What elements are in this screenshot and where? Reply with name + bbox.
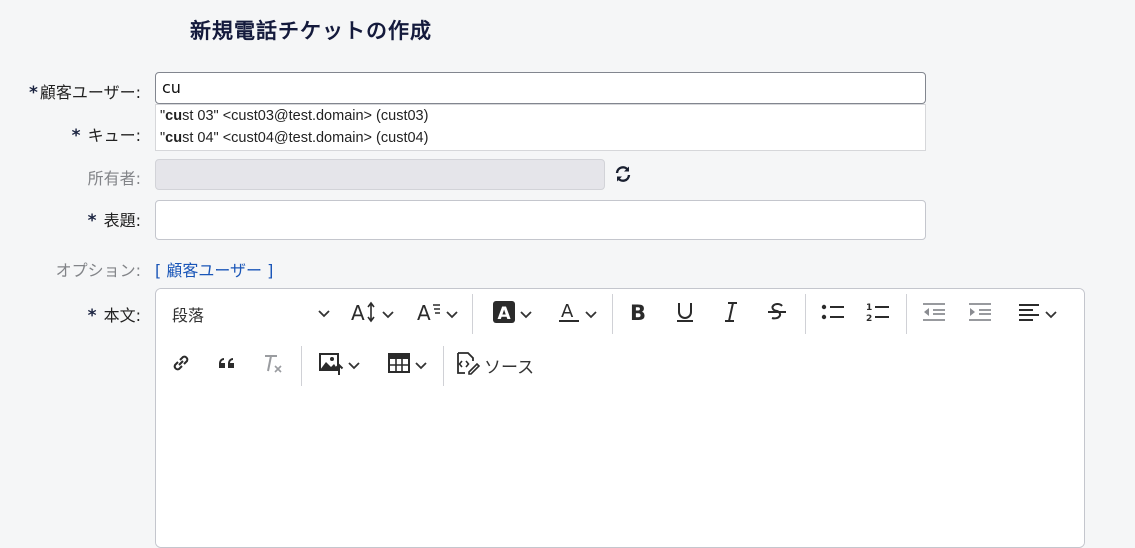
remove-format-button[interactable]: [256, 348, 290, 382]
bold-button[interactable]: B: [622, 297, 656, 331]
refresh-icon[interactable]: [612, 163, 634, 185]
rich-text-editor: 段落 A A A A B 1 2 ソース: [155, 288, 1085, 548]
owner-select: [155, 159, 605, 190]
font-size-button[interactable]: A: [346, 297, 398, 331]
owner-label: 所有者:: [87, 169, 141, 188]
options-label: オプション:: [55, 261, 141, 280]
chevron-down-icon: [382, 305, 394, 324]
font-color-button[interactable]: A: [551, 297, 603, 331]
bulleted-list-button[interactable]: [815, 297, 851, 331]
page-title: 新規電話チケットの作成: [190, 19, 432, 43]
source-button[interactable]: ソース: [454, 348, 544, 382]
indent-button[interactable]: [962, 297, 998, 331]
insert-image-icon: [318, 351, 344, 379]
chevron-down-icon: [317, 305, 331, 324]
subject-label: * 表題:: [87, 211, 141, 231]
font-format-icon: A: [416, 300, 442, 328]
insert-image-button[interactable]: [312, 348, 366, 382]
bulleted-list-icon: [820, 300, 846, 328]
required-mark: *: [29, 83, 38, 103]
underline-button[interactable]: [668, 297, 702, 331]
customer-user-value: cu: [162, 78, 181, 97]
editor-toolbar: 段落 A A A A B 1 2 ソース: [156, 289, 1084, 393]
link-button[interactable]: [164, 348, 198, 382]
font-format-button[interactable]: A: [411, 297, 463, 331]
align-button[interactable]: [1011, 297, 1063, 331]
autocomplete-item[interactable]: "cust 04" <cust04@test.domain> (cust04): [156, 127, 925, 149]
queue-label: * キュー:: [71, 126, 141, 146]
insert-table-button[interactable]: [380, 348, 434, 382]
svg-text:A: A: [417, 301, 431, 324]
font-color-icon: A: [557, 300, 581, 328]
chevron-down-icon: [415, 356, 427, 375]
blockquote-button[interactable]: [210, 348, 244, 382]
highlight-color-button[interactable]: A: [486, 297, 538, 331]
customer-user-options-link[interactable]: [ 顧客ユーザー ]: [155, 257, 273, 281]
autocomplete-list: "cust 03" <cust03@test.domain> (cust03) …: [155, 104, 926, 151]
strikethrough-icon: [766, 300, 788, 328]
numbered-list-icon: 12: [865, 300, 891, 328]
body-label: * 本文:: [87, 306, 141, 326]
paragraph-select[interactable]: 段落: [166, 297, 331, 331]
highlight-color-icon: A: [492, 300, 516, 328]
numbered-list-button[interactable]: 12: [860, 297, 896, 331]
remove-format-icon: [261, 351, 285, 379]
align-left-icon: [1017, 300, 1041, 328]
chevron-down-icon: [585, 305, 597, 324]
svg-text:2: 2: [866, 314, 872, 324]
svg-text:B: B: [630, 301, 646, 324]
svg-text:A: A: [561, 301, 574, 322]
chevron-down-icon: [446, 305, 458, 324]
chevron-down-icon: [520, 305, 532, 324]
customer-user-input[interactable]: cu: [155, 72, 926, 104]
svg-text:A: A: [351, 301, 365, 324]
customer-user-label: * 顧客ユーザー:: [29, 83, 141, 103]
editor-content-area[interactable]: [156, 392, 1084, 547]
source-label: ソース: [484, 357, 535, 378]
link-icon: [170, 352, 192, 378]
font-size-icon: A: [350, 300, 378, 328]
strikethrough-button[interactable]: [760, 297, 794, 331]
italic-icon: [720, 300, 742, 328]
svg-text:1: 1: [866, 303, 872, 313]
autocomplete-item[interactable]: "cust 03" <cust03@test.domain> (cust03): [156, 105, 925, 127]
insert-table-icon: [387, 352, 411, 378]
blockquote-icon: [216, 352, 238, 378]
chevron-down-icon: [348, 356, 360, 375]
source-icon: [454, 351, 481, 379]
svg-text:A: A: [498, 304, 512, 324]
indent-icon: [967, 300, 993, 328]
outdent-icon: [921, 300, 947, 328]
italic-button[interactable]: [714, 297, 748, 331]
outdent-button[interactable]: [916, 297, 952, 331]
underline-icon: [674, 300, 696, 328]
bold-icon: B: [628, 300, 650, 328]
chevron-down-icon: [1045, 305, 1057, 324]
subject-input[interactable]: [155, 200, 926, 240]
